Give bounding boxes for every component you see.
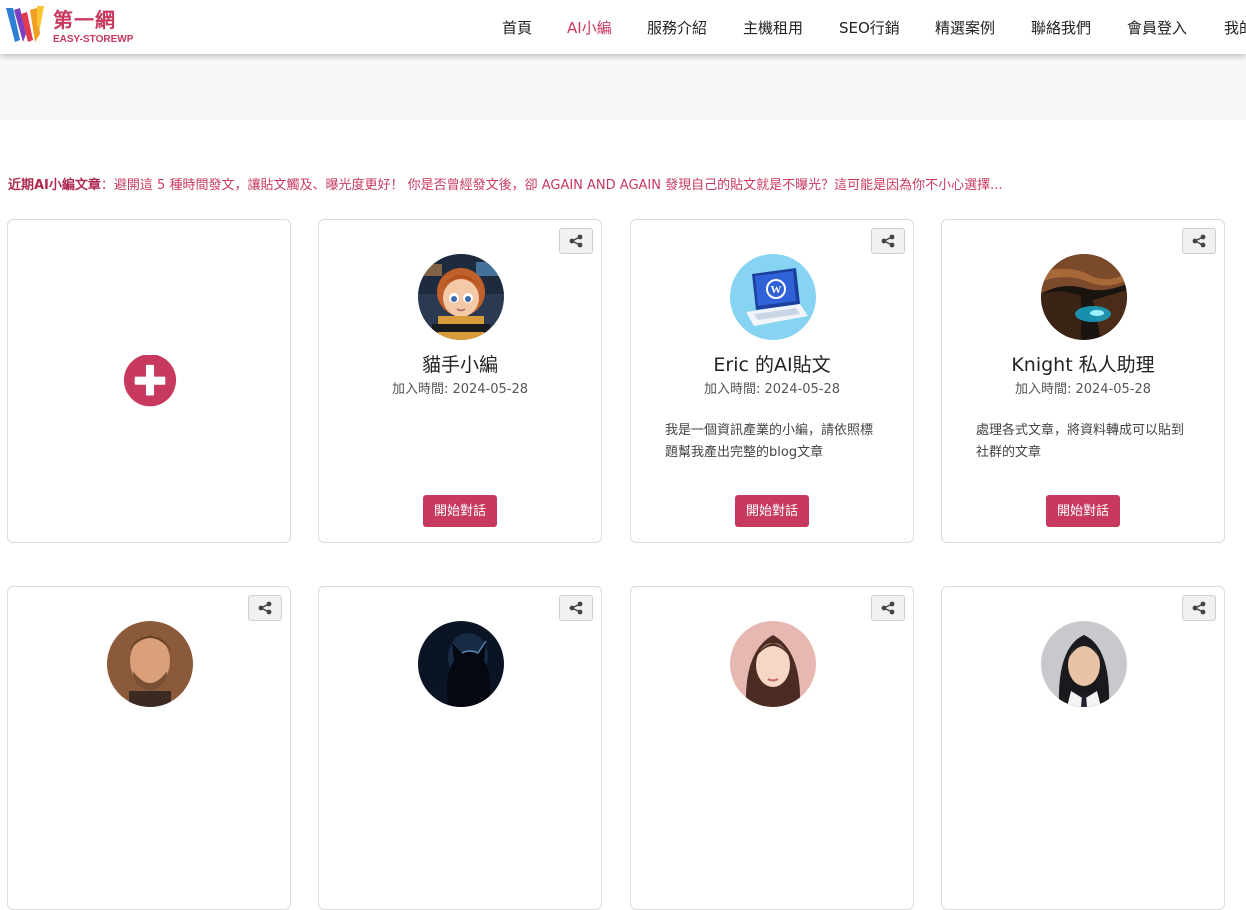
share-button[interactable] [559, 228, 593, 254]
assistant-card [7, 586, 291, 910]
nav-contact[interactable]: 聯絡我們 [1031, 17, 1091, 38]
brand-logo[interactable] [4, 4, 46, 46]
recent-article[interactable]: 近期AI小編文章：避開這 5 種時間發文，讓貼文觸及、曝光度更好！ 你是否曾經發… [8, 174, 1003, 193]
nav-seo[interactable]: SEO行銷 [839, 17, 900, 38]
share-button[interactable] [871, 228, 905, 254]
girl-coder-avatar [418, 254, 504, 340]
start-chat-button[interactable]: 開始對話 [1045, 495, 1121, 527]
share-button[interactable] [1182, 228, 1216, 254]
assistant-card [941, 586, 1225, 910]
nav-home[interactable]: 首頁 [502, 17, 532, 38]
woman-portrait-avatar [730, 621, 816, 707]
nav-services[interactable]: 服務介紹 [647, 17, 707, 38]
share-icon [881, 601, 895, 615]
assistant-card [630, 586, 914, 910]
site-header: 第一網 EASY-STOREWP 首頁 AI小編 服務介紹 主機租用 SEO行銷… [0, 0, 1246, 54]
share-icon [258, 601, 272, 615]
brand-name[interactable]: 第一網 [53, 4, 116, 33]
cat-silhouette-avatar [418, 621, 504, 707]
assistant-name: Knight 私人助理 [1011, 354, 1155, 376]
wordpress-laptop-avatar: W [730, 254, 816, 340]
share-button[interactable] [248, 595, 282, 621]
hero-band [0, 54, 1246, 120]
share-icon [569, 601, 583, 615]
recent-label: 近期AI小編文章 [8, 178, 101, 193]
share-icon [1192, 234, 1206, 248]
man-portrait-avatar [107, 621, 193, 707]
nav-my[interactable]: 我的 [1224, 17, 1246, 38]
assistant-card: Knight 私人助理 加入時間: 2024-05-28 處理各式文章，將資料轉… [941, 219, 1225, 543]
recent-text: ：避開這 5 種時間發文，讓貼文觸及、曝光度更好！ 你是否曾經發文後，卻 AGA… [100, 178, 1003, 193]
start-chat-button[interactable]: 開始對話 [422, 495, 498, 527]
assistant-card: 貓手小編 加入時間: 2024-05-28 開始對話 [318, 219, 602, 543]
svg-text:W: W [771, 284, 782, 296]
assistant-description: 處理各式文章，將資料轉成可以貼到社群的文章 [976, 423, 1185, 460]
assistant-description: 我是一個資訊產業的小編，請依照標題幫我產出完整的blog文章 [665, 423, 874, 460]
plus-icon[interactable] [120, 355, 180, 409]
nav-hosting[interactable]: 主機租用 [743, 17, 803, 38]
share-button[interactable] [871, 595, 905, 621]
start-chat-button[interactable]: 開始對話 [734, 495, 810, 527]
assistant-card [318, 586, 602, 910]
assistant-card: W Eric 的AI貼文 加入時間: 2024-05-28 我是一個資訊產業的小… [630, 219, 914, 543]
nav-ai-editor[interactable]: AI小編 [567, 17, 612, 38]
share-icon [569, 234, 583, 248]
student-portrait-avatar [1041, 621, 1127, 707]
nav-cases[interactable]: 精選案例 [935, 17, 995, 38]
share-button[interactable] [1182, 595, 1216, 621]
canyon-avatar [1041, 254, 1127, 340]
share-icon [881, 234, 895, 248]
assistant-name: Eric 的AI貼文 [713, 354, 831, 376]
add-assistant-card[interactable] [7, 219, 291, 543]
join-date: 加入時間: 2024-05-28 [703, 382, 841, 397]
join-date: 加入時間: 2024-05-28 [391, 382, 529, 397]
share-icon [1192, 601, 1206, 615]
join-date: 加入時間: 2024-05-28 [1014, 382, 1152, 397]
assistant-name: 貓手小編 [421, 354, 498, 376]
nav-login[interactable]: 會員登入 [1127, 17, 1187, 38]
brand-subtitle: EASY-STOREWP [53, 34, 134, 45]
share-button[interactable] [559, 595, 593, 621]
